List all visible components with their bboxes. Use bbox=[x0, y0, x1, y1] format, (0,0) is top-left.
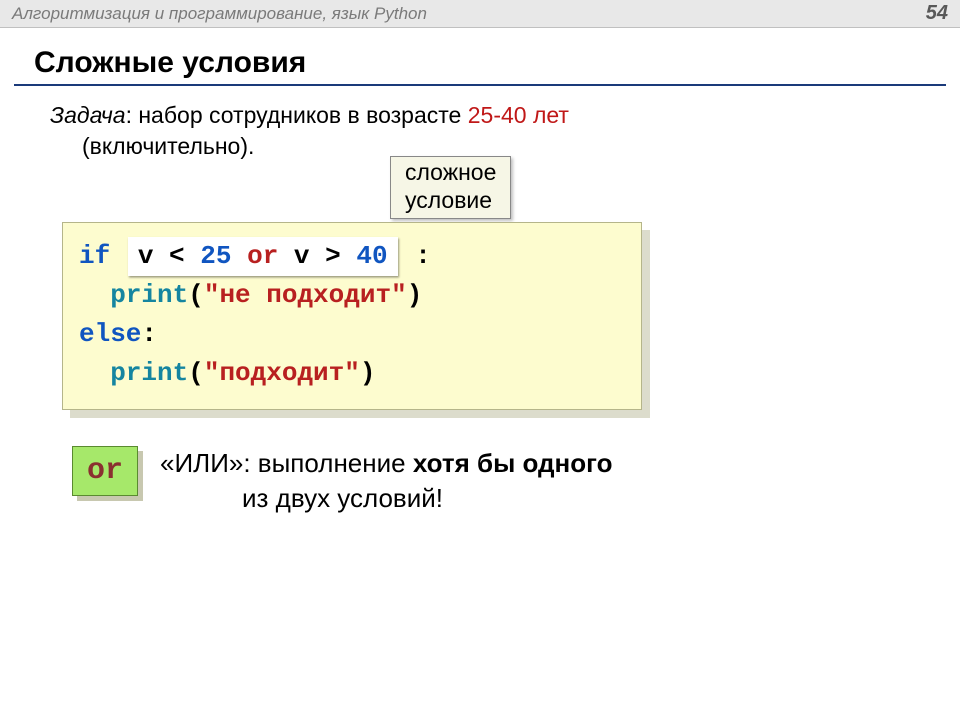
title-underline bbox=[14, 84, 946, 86]
or-badge-wrap: or bbox=[72, 446, 138, 496]
kw-else: else bbox=[79, 319, 141, 349]
slide-header: Алгоритмизация и программирование, язык … bbox=[0, 0, 960, 28]
kw-or: or bbox=[247, 241, 278, 271]
task-range: 25-40 лет bbox=[468, 102, 569, 128]
page-number: 54 bbox=[926, 2, 948, 25]
kw-print2: print bbox=[110, 358, 188, 388]
callout-line1: сложное bbox=[405, 159, 496, 187]
colon-1: : bbox=[415, 241, 431, 271]
slide-title: Сложные условия bbox=[34, 46, 960, 80]
num-40: 40 bbox=[356, 241, 387, 271]
header-title: Алгоритмизация и программирование, язык … bbox=[12, 4, 427, 24]
num-25: 25 bbox=[200, 241, 231, 271]
or-line1b: хотя бы одного bbox=[413, 448, 613, 478]
kw-if: if bbox=[79, 241, 110, 271]
or-line2: из двух условий! bbox=[242, 481, 613, 516]
callout-row: сложное условие bbox=[0, 162, 960, 222]
code-area: if v < 25 or v > 40 : print("не подходит… bbox=[62, 222, 642, 410]
callout-line2: условие bbox=[405, 187, 496, 215]
str-ok: "подходит" bbox=[204, 358, 360, 388]
task-label: Задача bbox=[50, 102, 126, 128]
condition-box: v < 25 or v > 40 bbox=[128, 237, 398, 276]
kw-print1: print bbox=[110, 280, 188, 310]
var-v1: v bbox=[138, 241, 154, 271]
code-block: if v < 25 or v > 40 : print("не подходит… bbox=[62, 222, 642, 410]
task-t1: : набор сотрудников в возрасте bbox=[126, 102, 468, 128]
op-gt: > bbox=[325, 241, 341, 271]
or-explanation: «ИЛИ»: выполнение хотя бы одного из двух… bbox=[160, 446, 613, 516]
task-text: Задача: набор сотрудников в возрасте 25-… bbox=[50, 100, 930, 162]
task-t2: (включительно). bbox=[76, 133, 255, 159]
callout-box: сложное условие bbox=[390, 156, 511, 219]
colon-2: : bbox=[141, 319, 157, 349]
or-line1a: «ИЛИ»: выполнение bbox=[160, 448, 413, 478]
or-section: or «ИЛИ»: выполнение хотя бы одного из д… bbox=[72, 446, 930, 516]
op-lt: < bbox=[169, 241, 185, 271]
or-badge: or bbox=[72, 446, 138, 496]
var-v2: v bbox=[294, 241, 310, 271]
str-ne: "не подходит" bbox=[204, 280, 407, 310]
